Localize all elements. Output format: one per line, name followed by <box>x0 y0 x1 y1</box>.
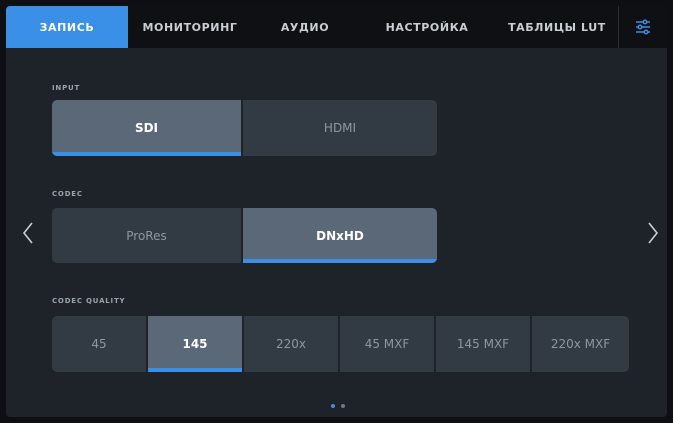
prev-page-button[interactable] <box>18 218 38 248</box>
input-label: INPUT <box>52 84 81 92</box>
tab-bar: ЗАПИСЬ МОНИТОРИНГ АУДИО НАСТРОЙКА ТАБЛИЦ… <box>6 6 667 48</box>
input-option-hdmi[interactable]: HDMI <box>243 100 437 156</box>
record-settings-screen: ЗАПИСЬ МОНИТОРИНГ АУДИО НАСТРОЙКА ТАБЛИЦ… <box>6 6 667 417</box>
menu-button[interactable] <box>618 6 667 48</box>
input-option-sdi[interactable]: SDI <box>52 100 243 156</box>
quality-option-145-mxf[interactable]: 145 MXF <box>436 316 532 372</box>
codec-quality-label: CODEC QUALITY <box>52 297 126 305</box>
page-dot-1[interactable] <box>331 404 335 408</box>
tab-setup[interactable]: НАСТРОЙКА <box>358 6 496 48</box>
tab-luts[interactable]: ТАБЛИЦЫ LUT <box>496 6 618 48</box>
pagination-dots <box>331 404 345 408</box>
next-page-button[interactable] <box>643 218 663 248</box>
sliders-icon <box>636 19 650 35</box>
quality-option-145[interactable]: 145 <box>148 316 244 372</box>
input-selector: SDI HDMI <box>52 100 437 156</box>
codec-label: CODEC <box>52 190 83 198</box>
codec-quality-selector: 45 145 220x 45 MXF 145 MXF 220x MXF <box>52 316 629 372</box>
codec-selector: ProRes DNxHD <box>52 208 437 263</box>
tab-record[interactable]: ЗАПИСЬ <box>6 6 128 48</box>
chevron-right-icon <box>648 222 659 244</box>
codec-option-dnxhd[interactable]: DNxHD <box>243 208 437 263</box>
tab-monitoring[interactable]: МОНИТОРИНГ <box>128 6 252 48</box>
tab-audio[interactable]: АУДИО <box>252 6 358 48</box>
page-dot-2[interactable] <box>341 404 345 408</box>
quality-option-220x[interactable]: 220x <box>244 316 340 372</box>
quality-option-45[interactable]: 45 <box>52 316 148 372</box>
quality-option-220x-mxf[interactable]: 220x MXF <box>532 316 629 372</box>
chevron-left-icon <box>22 222 33 244</box>
quality-option-45-mxf[interactable]: 45 MXF <box>340 316 436 372</box>
codec-option-prores[interactable]: ProRes <box>52 208 243 263</box>
